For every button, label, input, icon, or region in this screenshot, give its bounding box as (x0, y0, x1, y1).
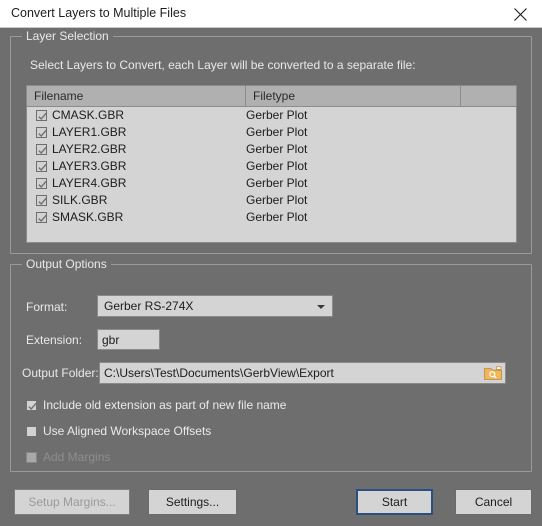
row-filename: LAYER2.GBR (52, 142, 127, 156)
row-filetype: Gerber Plot (246, 159, 308, 173)
option-use-aligned-workspace-offsets-label: Use Aligned Workspace Offsets (43, 424, 212, 438)
row-filename: CMASK.GBR (52, 108, 125, 122)
layer-selection-hint: Select Layers to Convert, each Layer wil… (30, 58, 416, 72)
row-checkbox[interactable] (36, 144, 47, 155)
layer-selection-group-title: Layer Selection (22, 29, 113, 43)
output-options-group-title: Output Options (22, 257, 111, 271)
output-folder-label: Output Folder: (22, 366, 99, 380)
extension-input[interactable] (97, 329, 160, 350)
table-row[interactable]: LAYER4.GBR Gerber Plot (27, 175, 516, 192)
folder-search-icon[interactable] (482, 364, 504, 382)
layer-list-header: Filename Filetype (27, 86, 516, 107)
table-row[interactable]: LAYER2.GBR Gerber Plot (27, 141, 516, 158)
row-checkbox[interactable] (36, 161, 47, 172)
table-row[interactable]: SMASK.GBR Gerber Plot (27, 209, 516, 226)
row-filetype: Gerber Plot (246, 176, 308, 190)
layer-list[interactable]: Filename Filetype CMASK.GBR Gerber Plot LA… (26, 85, 517, 243)
dialog-title: Convert Layers to Multiple Files (11, 6, 187, 20)
output-folder-input[interactable] (100, 363, 480, 383)
table-row[interactable]: CMASK.GBR Gerber Plot (27, 107, 516, 124)
format-dropdown[interactable]: Gerber RS-274X (97, 295, 333, 317)
chevron-down-icon (317, 305, 325, 309)
dialog-titlebar: Convert Layers to Multiple Files (0, 0, 542, 28)
extension-label: Extension: (26, 333, 83, 347)
checkbox-include-old-extension[interactable] (26, 400, 37, 411)
checkbox-add-margins (26, 452, 37, 463)
column-header-filetype[interactable]: Filetype (246, 86, 461, 106)
format-selected-value: Gerber RS-274X (104, 299, 194, 313)
table-row[interactable]: LAYER1.GBR Gerber Plot (27, 124, 516, 141)
column-header-blank[interactable] (461, 86, 516, 106)
column-header-filename[interactable]: Filename (27, 86, 246, 106)
row-checkbox[interactable] (36, 110, 47, 121)
row-filetype: Gerber Plot (246, 142, 308, 156)
table-row[interactable]: SILK.GBR Gerber Plot (27, 192, 516, 209)
option-include-old-extension-label: Include old extension as part of new fil… (43, 398, 287, 412)
layer-list-body: CMASK.GBR Gerber Plot LAYER1.GBR Gerber Plo… (27, 107, 516, 226)
close-icon[interactable] (498, 0, 542, 27)
row-filename: LAYER3.GBR (52, 159, 127, 173)
output-folder-field (99, 362, 506, 384)
row-filename: LAYER1.GBR (52, 125, 127, 139)
setup-margins-button: Setup Margins... (14, 489, 130, 515)
checkbox-use-aligned-workspace-offsets[interactable] (26, 426, 37, 437)
row-filename: SMASK.GBR (52, 210, 124, 224)
row-filename: LAYER4.GBR (52, 176, 127, 190)
cancel-button[interactable]: Cancel (455, 489, 532, 515)
format-label: Format: (26, 300, 68, 314)
row-checkbox[interactable] (36, 212, 47, 223)
settings-button[interactable]: Settings... (148, 489, 237, 515)
row-filename: SILK.GBR (52, 193, 108, 207)
row-filetype: Gerber Plot (246, 125, 308, 139)
row-filetype: Gerber Plot (246, 193, 308, 207)
row-checkbox[interactable] (36, 195, 47, 206)
option-add-margins-label: Add Margins (43, 450, 111, 464)
row-checkbox[interactable] (36, 127, 47, 138)
row-checkbox[interactable] (36, 178, 47, 189)
start-button[interactable]: Start (356, 489, 433, 515)
row-filetype: Gerber Plot (246, 210, 308, 224)
row-filetype: Gerber Plot (246, 108, 308, 122)
table-row[interactable]: LAYER3.GBR Gerber Plot (27, 158, 516, 175)
